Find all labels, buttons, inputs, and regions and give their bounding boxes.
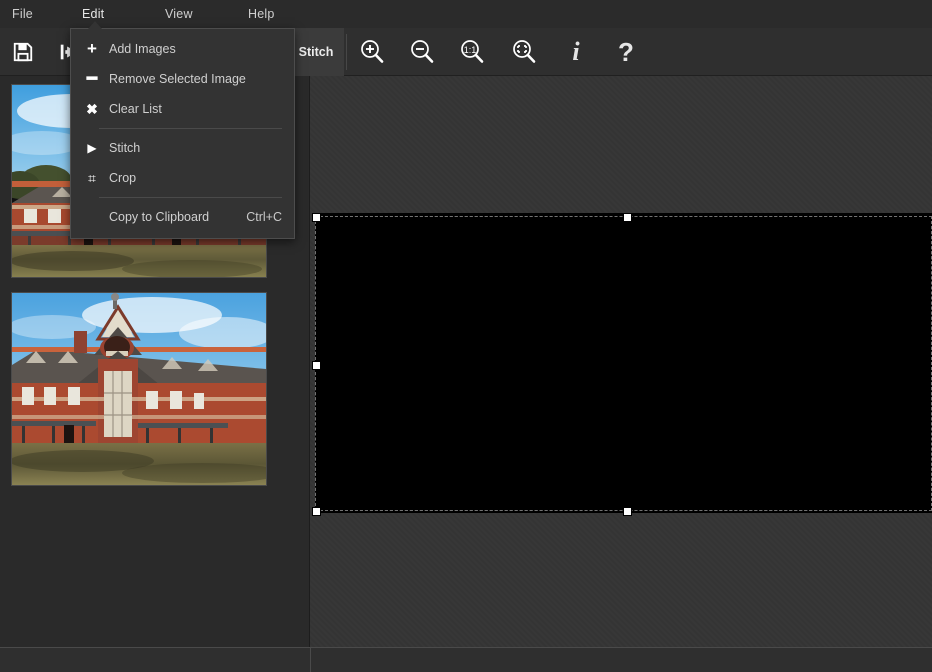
menu-pointer-arrow	[88, 21, 102, 29]
toolbar-separator	[346, 34, 347, 70]
canvas-area[interactable]	[310, 76, 932, 647]
plus-icon: +	[81, 39, 103, 59]
zoom-in-button[interactable]	[350, 28, 394, 76]
crop-handle-top-center[interactable]	[623, 213, 632, 222]
stitch-button[interactable]: Stitch	[288, 28, 344, 76]
crop-handle-top-left[interactable]	[312, 213, 321, 222]
status-bar-divider	[310, 648, 311, 672]
fit-window-button[interactable]	[502, 28, 546, 76]
menu-item-label: Stitch	[109, 141, 294, 155]
menu-view[interactable]: View	[155, 0, 203, 28]
help-button[interactable]: ?	[604, 28, 648, 76]
minus-icon: ━	[81, 69, 103, 89]
menu-item-clear-list[interactable]: ✖ Clear List	[71, 94, 294, 124]
save-button[interactable]	[2, 28, 44, 76]
menu-item-shortcut: Ctrl+C	[246, 210, 294, 224]
menu-item-label: Copy to Clipboard	[109, 210, 246, 224]
menu-item-label: Add Images	[109, 42, 294, 56]
cross-icon: ✖	[81, 101, 103, 118]
zoom-out-button[interactable]	[400, 28, 444, 76]
crop-handle-bottom-left[interactable]	[312, 507, 321, 516]
menu-item-stitch[interactable]: ▶ Stitch	[71, 133, 294, 163]
list-item[interactable]	[11, 292, 267, 486]
zoom-in-icon	[358, 38, 386, 66]
info-icon: i	[572, 39, 579, 65]
menu-item-label: Clear List	[109, 102, 294, 116]
application-window: File Edit View Help	[0, 0, 932, 672]
panorama-letterbox	[315, 213, 932, 513]
menu-item-label: Remove Selected Image	[109, 72, 294, 86]
thumbnail-2-image	[12, 293, 266, 485]
crop-handle-bottom-center[interactable]	[623, 507, 632, 516]
menu-help[interactable]: Help	[238, 0, 285, 28]
menu-file[interactable]: File	[2, 0, 43, 28]
zoom-1-1-icon: 1:1	[458, 38, 486, 66]
crop-handle-left-middle[interactable]	[312, 361, 321, 370]
menu-item-remove-selected-image[interactable]: ━ Remove Selected Image	[71, 64, 294, 94]
zoom-out-icon	[408, 38, 436, 66]
crop-icon: ⌗	[81, 170, 103, 187]
zoom-fit-icon	[510, 38, 538, 66]
help-icon: ?	[618, 39, 634, 65]
menu-item-label: Crop	[109, 171, 294, 185]
status-bar	[0, 647, 932, 672]
menu-bar: File Edit View Help	[0, 0, 932, 28]
menu-item-add-images[interactable]: + Add Images	[71, 34, 294, 64]
actual-size-button[interactable]: 1:1	[450, 28, 494, 76]
stitched-panorama[interactable]	[315, 213, 932, 513]
save-icon	[12, 41, 34, 63]
svg-text:1:1: 1:1	[464, 45, 477, 55]
edit-menu-dropdown[interactable]: + Add Images ━ Remove Selected Image ✖ C…	[70, 28, 295, 239]
menu-item-crop[interactable]: ⌗ Crop	[71, 163, 294, 193]
menu-item-copy-to-clipboard[interactable]: Copy to Clipboard Ctrl+C	[71, 202, 294, 232]
menu-separator	[99, 197, 282, 198]
menu-separator	[99, 128, 282, 129]
info-button[interactable]: i	[554, 28, 598, 76]
play-icon: ▶	[81, 141, 103, 155]
